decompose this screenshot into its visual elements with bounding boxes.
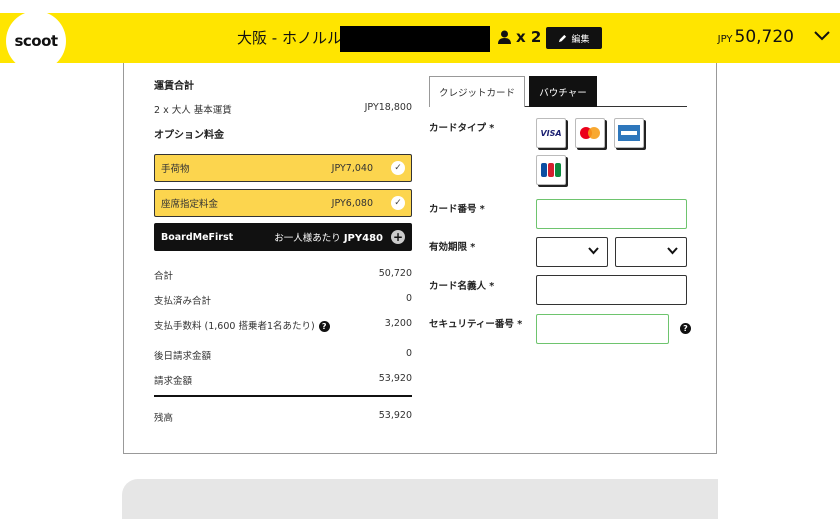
total-price[interactable]: JPY 50,720 xyxy=(718,27,794,47)
route-text: 大阪 - ホノルル, xyxy=(237,29,347,47)
balance-row: 残高 53,920 xyxy=(154,410,412,424)
payment-tabs: クレジットカード バウチャー xyxy=(429,76,687,107)
jcb-icon xyxy=(541,163,561,177)
fare-total-title: 運賃合計 xyxy=(154,81,194,92)
card-type-label: カードタイプ * xyxy=(429,123,495,134)
security-code-input[interactable] xyxy=(536,314,669,344)
check-icon: ✓ xyxy=(391,196,405,210)
summary-row: 後日請求金額 0 xyxy=(154,348,412,362)
passenger-count: x 2 xyxy=(498,28,541,46)
mastercard-button[interactable] xyxy=(575,118,605,148)
card-holder-label: カード名義人 * xyxy=(429,281,495,292)
summary-row: 請求金額 53,920 xyxy=(154,373,412,387)
options-title: オプション料金 xyxy=(154,130,224,141)
expiry-label: 有効期限 * xyxy=(429,242,476,253)
amex-icon xyxy=(618,125,640,141)
redacted-block xyxy=(340,26,490,52)
footer-panel xyxy=(122,479,718,519)
pencil-icon xyxy=(559,34,567,42)
tab-credit-card[interactable]: クレジットカード xyxy=(429,76,525,107)
chevron-down-icon xyxy=(667,247,678,255)
visa-card-button[interactable]: VISA xyxy=(536,118,566,148)
header-bar: scoot 大阪 - ホノルル, x 2 編集 JPY 50,720 xyxy=(0,11,840,71)
security-code-label: セキュリティー番号 * xyxy=(429,319,523,330)
jcb-card-button[interactable] xyxy=(536,155,566,185)
summary-row: 合計 50,720 xyxy=(154,268,412,282)
option-seat[interactable]: 座席指定料金 JPY6,080 ✓ xyxy=(154,189,412,217)
help-icon[interactable]: ? xyxy=(318,321,330,332)
edit-button[interactable]: 編集 xyxy=(546,27,602,49)
amex-card-button[interactable] xyxy=(614,118,644,148)
expiry-month-select[interactable] xyxy=(536,237,608,267)
summary-row: 支払手数料 (1,600 搭乗者1名あたり)? 3,200 xyxy=(154,318,412,332)
plus-icon[interactable]: + xyxy=(391,230,405,244)
card-number-input[interactable] xyxy=(536,199,687,229)
check-icon: ✓ xyxy=(391,161,405,175)
scoot-logo[interactable]: scoot xyxy=(6,11,66,71)
option-boardmefirst[interactable]: BoardMeFirst お一人様あたり JPY480 + xyxy=(154,223,412,251)
chevron-down-icon xyxy=(588,247,599,255)
expiry-year-select[interactable] xyxy=(615,237,687,267)
mastercard-icon xyxy=(580,127,600,139)
tab-voucher[interactable]: バウチャー xyxy=(529,76,597,107)
payment-card: 運賃合計 2 x 大人 基本運賃 JPY18,800 オプション料金 手荷物 J… xyxy=(123,63,717,454)
chevron-down-icon[interactable] xyxy=(814,31,830,41)
help-icon[interactable]: ? xyxy=(680,323,691,334)
option-baggage[interactable]: 手荷物 JPY7,040 ✓ xyxy=(154,154,412,182)
card-number-label: カード番号 * xyxy=(429,204,485,215)
divider xyxy=(154,395,412,397)
person-icon xyxy=(498,30,511,44)
base-fare-row: 2 x 大人 基本運賃 JPY18,800 xyxy=(154,102,412,116)
summary-row: 支払済み合計 0 xyxy=(154,293,412,307)
card-holder-input[interactable] xyxy=(536,275,687,305)
